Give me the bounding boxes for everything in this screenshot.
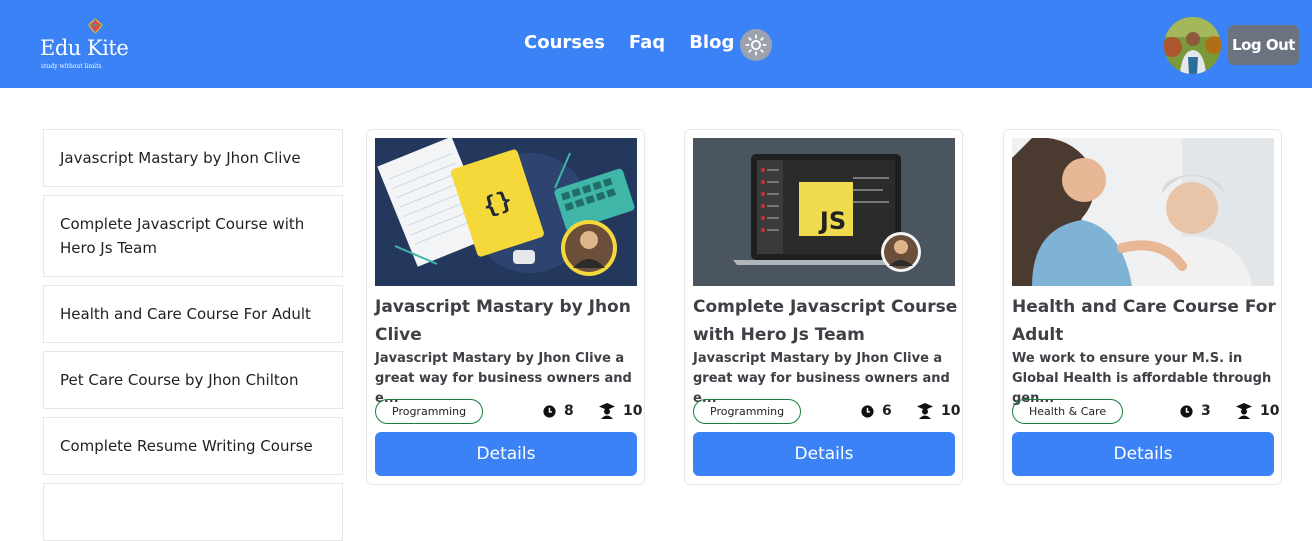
details-button[interactable]: Details <box>375 432 637 476</box>
clock-icon <box>543 404 556 418</box>
svg-text:JS: JS <box>818 207 846 235</box>
course-card: Health and Care Course For Adult We work… <box>1003 129 1282 485</box>
students-stat: 10 <box>917 400 960 422</box>
user-avatar[interactable] <box>1164 17 1221 74</box>
course-thumbnail: JS <box>693 138 955 286</box>
nav-link-faq[interactable]: Faq <box>629 32 665 53</box>
category-tag: Programming <box>693 399 802 424</box>
course-title: Javascript Mastary by Jhon Clive <box>375 297 631 345</box>
details-button[interactable]: Details <box>693 432 955 476</box>
category-tag: Health & Care <box>1012 399 1124 424</box>
course-card: {} Javascript Mastary by Jhon Clive Java… <box>366 129 645 485</box>
course-card: JS Complete Javascript Course with Hero … <box>684 129 963 485</box>
students-value: 10 <box>941 403 961 419</box>
duration-value: 8 <box>564 403 574 419</box>
sidebar-item-next[interactable] <box>43 483 343 541</box>
graduate-icon <box>599 403 615 419</box>
duration-stat: 3 <box>1180 400 1211 422</box>
clock-icon <box>1180 404 1193 418</box>
duration-value: 6 <box>882 403 892 419</box>
clock-icon <box>861 404 874 418</box>
graduate-icon <box>1236 403 1252 419</box>
students-stat: 10 <box>1236 400 1279 422</box>
main-nav: Courses Faq Blog <box>524 32 734 53</box>
theme-toggle-button[interactable] <box>740 29 772 61</box>
brand-name: Edu Kite <box>40 36 129 60</box>
sun-icon <box>745 34 767 56</box>
students-value: 10 <box>623 403 643 419</box>
logout-button[interactable]: Log Out <box>1228 25 1299 65</box>
details-button[interactable]: Details <box>1012 432 1274 476</box>
kite-icon <box>88 18 103 35</box>
course-thumbnail <box>1012 138 1274 286</box>
course-title: Complete Javascript Course with Hero Js … <box>693 297 958 345</box>
brand-logo[interactable]: Edu Kite study without limits <box>40 14 140 74</box>
duration-stat: 8 <box>543 400 574 422</box>
category-tag: Programming <box>375 399 484 424</box>
students-stat: 10 <box>599 400 642 422</box>
sidebar-item-pet-care[interactable]: Pet Care Course by Jhon Chilton <box>43 351 343 409</box>
course-title: Health and Care Course For Adult <box>1012 297 1276 345</box>
students-value: 10 <box>1260 403 1280 419</box>
nav-link-blog[interactable]: Blog <box>689 32 734 53</box>
graduate-icon <box>917 403 933 419</box>
brand-tagline: study without limits <box>41 63 102 70</box>
navbar: Edu Kite study without limits Courses Fa… <box>0 0 1312 88</box>
duration-value: 3 <box>1201 403 1211 419</box>
duration-stat: 6 <box>861 400 892 422</box>
sidebar-item-javascript-mastary[interactable]: Javascript Mastary by Jhon Clive <box>43 129 343 187</box>
sidebar-item-health-care[interactable]: Health and Care Course For Adult <box>43 285 343 343</box>
sidebar-item-resume-writing[interactable]: Complete Resume Writing Course <box>43 417 343 475</box>
nav-link-courses[interactable]: Courses <box>524 32 605 53</box>
course-thumbnail: {} <box>375 138 637 286</box>
sidebar-item-complete-javascript[interactable]: Complete Javascript Course with Hero Js … <box>43 195 343 277</box>
